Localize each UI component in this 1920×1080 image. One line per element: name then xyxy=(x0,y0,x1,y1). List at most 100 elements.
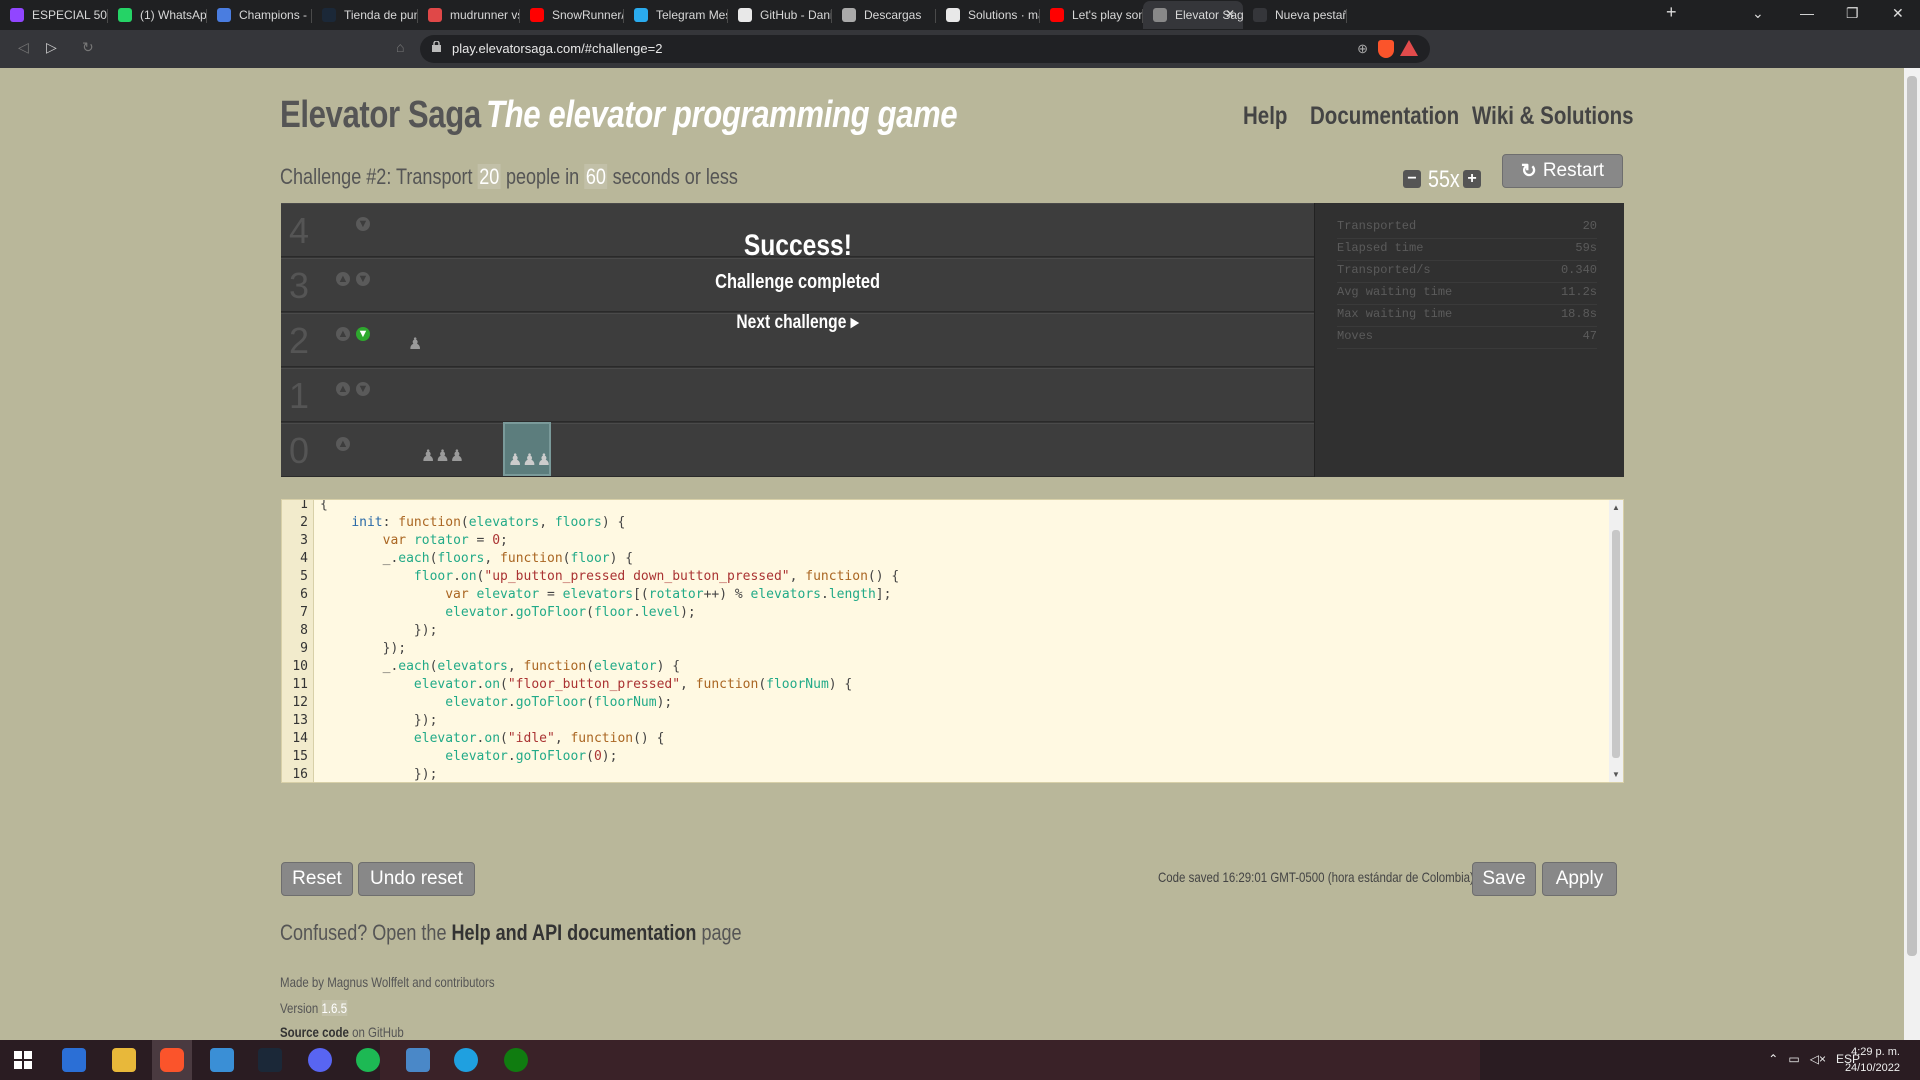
tab-favicon-icon xyxy=(1050,8,1064,22)
browser-tab[interactable]: GitHub - DanielF xyxy=(728,1,832,29)
tab-title: Solutions · magw xyxy=(968,8,1040,22)
zoom-icon[interactable]: ⊕ xyxy=(1357,41,1368,57)
scroll-down-icon[interactable]: ▼ xyxy=(1612,770,1620,779)
line-number: 5 xyxy=(300,569,308,584)
browser-tab[interactable]: SnowRunner/ mc xyxy=(520,1,624,29)
reset-button[interactable]: Reset xyxy=(281,862,353,896)
browser-tab[interactable]: mudrunner vs sn xyxy=(418,1,520,29)
restart-icon: ↻ xyxy=(1520,160,1537,182)
code-line[interactable]: _.each(floors, function(floor) { xyxy=(320,550,634,568)
scroll-up-icon[interactable]: ▲ xyxy=(1612,503,1620,512)
bookmark-icon[interactable]: ⌂ xyxy=(396,39,404,55)
volume-icon[interactable]: ◁× xyxy=(1810,1052,1826,1066)
source-code-link[interactable]: Source code xyxy=(280,1024,349,1040)
code-line[interactable]: }); xyxy=(320,622,438,640)
file-explorer-icon[interactable] xyxy=(112,1048,136,1072)
browser-tab[interactable]: ESPECIAL 50 SEG xyxy=(0,1,108,29)
brave-browser-icon[interactable] xyxy=(160,1048,184,1072)
restore-icon[interactable]: ❐ xyxy=(1846,5,1859,22)
discord-icon[interactable] xyxy=(308,1048,332,1072)
line-number: 6 xyxy=(300,587,308,602)
save-button[interactable]: Save xyxy=(1472,862,1536,896)
nav-documentation-link[interactable]: Documentation xyxy=(1310,102,1459,131)
restart-button[interactable]: ↻ Restart xyxy=(1502,154,1623,188)
photos-icon[interactable] xyxy=(406,1048,430,1072)
browser-tab[interactable]: Nueva pestaña xyxy=(1243,1,1347,29)
code-line[interactable]: elevator.on("idle", function() { xyxy=(320,730,665,748)
tab-title: Nueva pestaña xyxy=(1275,8,1347,22)
windows-start-icon[interactable] xyxy=(14,1051,32,1069)
page-scroll-thumb[interactable] xyxy=(1907,76,1917,956)
undo-reset-button[interactable]: Undo reset xyxy=(358,862,475,896)
editor-scrollbar[interactable]: ▲ ▼ xyxy=(1609,500,1623,782)
minimize-icon[interactable]: — xyxy=(1800,5,1814,21)
tab-close-icon[interactable]: ✕ xyxy=(1225,7,1235,21)
code-editor[interactable]: 1234567891011121314151617181920 { init: … xyxy=(281,499,1624,783)
network-icon[interactable]: ▭ xyxy=(1788,1052,1799,1066)
editor-scroll-thumb[interactable] xyxy=(1612,530,1620,758)
browser-tab[interactable]: Solutions · magw xyxy=(936,1,1040,29)
code-line[interactable]: var rotator = 0; xyxy=(320,532,508,550)
line-number: 2 xyxy=(300,515,308,530)
tab-favicon-icon xyxy=(634,8,648,22)
reload-icon[interactable]: ↻ xyxy=(82,39,94,56)
line-number-gutter: 1234567891011121314151617181920 xyxy=(282,500,314,782)
browser-tab[interactable]: Let's play some E xyxy=(1040,1,1143,29)
code-line[interactable]: var elevator = elevators[(rotator++) % e… xyxy=(320,586,891,604)
back-icon[interactable]: ◁ xyxy=(18,39,29,56)
taskbar-clock[interactable]: 4:29 p. m. 24/10/2022 xyxy=(1845,1044,1900,1076)
edge-icon[interactable] xyxy=(454,1048,478,1072)
window-close-icon[interactable]: ✕ xyxy=(1892,5,1904,22)
browser-tab[interactable]: Champions - Lea xyxy=(207,1,312,29)
tab-title: Tienda de punto xyxy=(344,8,418,22)
save-status: Code saved 16:29:01 GMT-0500 (hora están… xyxy=(1158,869,1474,885)
code-line[interactable]: elevator.goToFloor(floor.level); xyxy=(320,604,696,622)
new-tab-button[interactable]: + xyxy=(1666,2,1677,23)
browser-tab[interactable]: Descargas xyxy=(832,1,936,29)
code-line[interactable]: }); xyxy=(320,712,438,730)
url-field[interactable]: play.elevatorsaga.com/#challenge=2 ⊕ xyxy=(420,35,1430,63)
brave-rewards-icon[interactable] xyxy=(1400,40,1418,56)
line-number: 3 xyxy=(300,533,308,548)
code-line[interactable]: floor.on("up_button_pressed down_button_… xyxy=(320,568,899,586)
tab-favicon-icon xyxy=(428,8,442,22)
browser-tab[interactable]: Elevator Sag ✕ xyxy=(1143,1,1243,29)
version-prefix: Version xyxy=(280,1000,319,1016)
browser-tab[interactable]: (1) WhatsApp xyxy=(108,1,207,29)
code-line[interactable]: elevator.on("floor_button_pressed", func… xyxy=(320,676,852,694)
nav-help-link[interactable]: Help xyxy=(1243,102,1287,131)
browser-tab[interactable]: Telegram Messen xyxy=(624,1,728,29)
xbox-icon[interactable] xyxy=(504,1048,528,1072)
store-icon[interactable] xyxy=(62,1048,86,1072)
code-line[interactable]: init: function(elevators, floors) { xyxy=(320,514,625,532)
line-number: 7 xyxy=(300,605,308,620)
feedback-title-text: Success! xyxy=(743,229,852,262)
code-line[interactable]: }); xyxy=(320,640,406,658)
help-api-doc-link[interactable]: Help and API documentation xyxy=(452,920,697,945)
forward-icon[interactable]: ▷ xyxy=(46,39,57,56)
code-line[interactable]: _.each(elevators, function(elevator) { xyxy=(320,658,680,676)
code-line[interactable]: }); xyxy=(320,766,438,782)
code-line[interactable]: { xyxy=(320,500,328,514)
brave-shield-icon[interactable] xyxy=(1378,40,1394,58)
code-line[interactable]: elevator.goToFloor(floorNum); xyxy=(320,694,672,712)
line-number: 10 xyxy=(292,659,308,674)
spotify-icon[interactable] xyxy=(356,1048,380,1072)
page-scrollbar[interactable] xyxy=(1904,68,1920,1040)
steam-icon[interactable] xyxy=(258,1048,282,1072)
mail-icon[interactable] xyxy=(210,1048,234,1072)
help-prompt-suffix: page xyxy=(701,920,742,945)
apply-button[interactable]: Apply xyxy=(1542,862,1617,896)
tab-search-icon[interactable]: ⌄ xyxy=(1752,5,1764,22)
code-line[interactable]: elevator.goToFloor(0); xyxy=(320,748,617,766)
next-challenge-link[interactable]: Next challenge ▸ xyxy=(281,311,1314,334)
tray-chevron-icon[interactable]: ⌃ xyxy=(1768,1052,1778,1066)
nav-wiki-link[interactable]: Wiki & Solutions xyxy=(1472,102,1634,131)
elevator-world: 4 ▼ 3 ▲ ▼ 2 ▲ ▼ ♟ 1 ▲ ▼ 0 ▲ ♟♟♟ ♟♟♟ Succ… xyxy=(281,203,1624,477)
source-suffix: on GitHub xyxy=(352,1024,404,1040)
challenge-prefix: Challenge #2: Transport xyxy=(280,164,473,189)
browser-tab[interactable]: Tienda de punto xyxy=(312,1,418,29)
clock-time: 4:29 p. m. xyxy=(1851,1046,1900,1058)
speed-decrease-button[interactable]: − xyxy=(1403,170,1421,188)
speed-increase-button[interactable]: + xyxy=(1463,170,1481,188)
